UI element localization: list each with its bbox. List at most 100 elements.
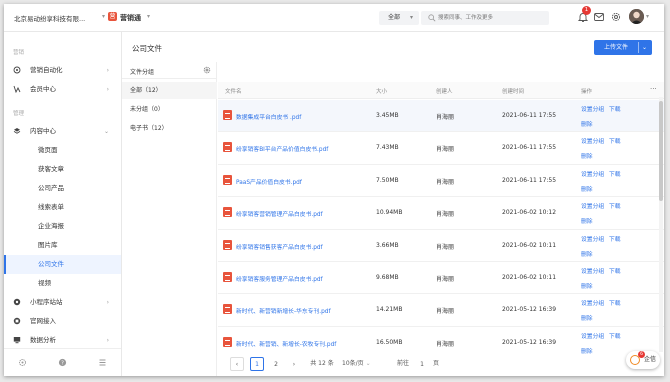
help-icon[interactable]: ? bbox=[58, 358, 67, 367]
download-link[interactable]: 下载 bbox=[609, 234, 621, 243]
file-name-link[interactable]: 纷享销客销售获客产品白皮书.pdf bbox=[236, 242, 323, 251]
global-search[interactable] bbox=[421, 11, 549, 25]
set-group-link[interactable]: 设置分组 bbox=[581, 104, 604, 113]
sidebar-item-member-center[interactable]: 会员中心 › bbox=[4, 81, 121, 98]
groups-header: 文件分组 bbox=[122, 62, 217, 79]
goto-page-input[interactable]: 1 bbox=[415, 357, 429, 371]
file-creator: 肖海丽 bbox=[436, 308, 455, 316]
sidebar-item-mini-program[interactable]: 小程序站站 › bbox=[4, 294, 121, 311]
sidebar-item-data-analysis[interactable]: 数据分析 › bbox=[4, 332, 121, 349]
sidebar-subitem-products[interactable]: 公司产品 bbox=[4, 179, 121, 198]
chevron-down-icon[interactable]: ⌄ bbox=[642, 40, 647, 55]
download-link[interactable]: 下载 bbox=[609, 201, 621, 210]
upload-file-button[interactable]: 上传文件 ⌄ bbox=[594, 40, 652, 55]
sidebar-item-official-site[interactable]: 官网接入 bbox=[4, 313, 121, 330]
delete-link[interactable]: 删除 bbox=[581, 216, 593, 225]
app-switcher[interactable]: 营销通 bbox=[120, 13, 141, 23]
download-link[interactable]: 下载 bbox=[609, 104, 621, 113]
file-name-link[interactable]: 纷享销客营销管理产品白皮书.pdf bbox=[236, 209, 323, 218]
table-header: 文件名 大小 创建人 创建时间 操作 ··· bbox=[218, 82, 664, 99]
table-row[interactable]: 数据集成平台白皮书 .pdf 3.45MB 肖海丽 2021-06-11 17:55 设… bbox=[218, 100, 664, 133]
avatar-caret-icon[interactable]: ▾ bbox=[646, 13, 649, 20]
sidebar-item-marketing-automation[interactable]: 营销自动化 › bbox=[4, 62, 121, 79]
download-link[interactable]: 下载 bbox=[609, 331, 621, 340]
gear-icon[interactable] bbox=[610, 11, 622, 23]
settings-icon[interactable] bbox=[18, 358, 27, 367]
set-group-link[interactable]: 设置分组 bbox=[581, 331, 604, 340]
file-name-link[interactable]: 数据集成平台白皮书 .pdf bbox=[236, 112, 301, 121]
sidebar-subitem-articles[interactable]: 获客文章 bbox=[4, 160, 121, 179]
pdf-file-icon bbox=[223, 174, 232, 185]
delete-link[interactable]: 删除 bbox=[581, 184, 593, 193]
chat-label: 企信 bbox=[644, 356, 657, 363]
delete-link[interactable]: 删除 bbox=[581, 119, 593, 128]
sidebar-item-label: 内容中心 bbox=[30, 127, 56, 135]
set-group-link[interactable]: 设置分组 bbox=[581, 201, 604, 210]
download-link[interactable]: 下载 bbox=[609, 266, 621, 275]
search-input[interactable] bbox=[438, 12, 543, 24]
chat-button[interactable]: 6 企信 bbox=[626, 351, 660, 369]
file-name-link[interactable]: 新时代、新营销新增长-华东专刊.pdf bbox=[236, 306, 331, 315]
groups-title: 文件分组 bbox=[130, 69, 155, 76]
avatar[interactable] bbox=[629, 9, 644, 24]
page-button[interactable]: 2 bbox=[269, 357, 283, 371]
set-group-link[interactable]: 设置分组 bbox=[581, 298, 604, 307]
delete-link[interactable]: 删除 bbox=[581, 313, 593, 322]
top-bar: 北京易动纷享科技有限... ▾ 营 营销通 ▾ 全部 ▾ 1 ▾ bbox=[4, 4, 664, 32]
set-group-link[interactable]: 设置分组 bbox=[581, 169, 604, 178]
sidebar-subitem-lead-forms[interactable]: 线索表单 bbox=[4, 198, 121, 217]
set-group-link[interactable]: 设置分组 bbox=[581, 266, 604, 275]
company-switcher[interactable]: 北京易动纷享科技有限... bbox=[14, 13, 85, 23]
mail-icon[interactable] bbox=[593, 11, 605, 23]
table-row[interactable]: 纷享销客BI平台产品价值白皮书.pdf 7.43MB 肖海丽 2021-06-11 1… bbox=[218, 132, 664, 165]
column-header: 创建时间 bbox=[502, 89, 525, 95]
delete-link[interactable]: 删除 bbox=[581, 249, 593, 258]
sidebar-subitem-label: 公司文件 bbox=[38, 260, 64, 268]
sidebar-subitem-company-files[interactable]: 公司文件 bbox=[4, 255, 121, 274]
page-size-select[interactable]: 10条/页 ⌄ bbox=[342, 357, 386, 371]
group-item-all[interactable]: 全部（12） bbox=[122, 82, 217, 99]
group-item-ebooks[interactable]: 电子书（12） bbox=[122, 120, 217, 137]
file-name-link[interactable]: 纷享销客服务管理产品白皮书.pdf bbox=[236, 274, 323, 283]
table-row[interactable]: 新时代、新营销新增长-华东专刊.pdf 14.21MB 肖海丽 2021-05-12 … bbox=[218, 294, 664, 327]
menu-collapse-icon[interactable] bbox=[98, 358, 107, 367]
sidebar-subitem-posters[interactable]: 企业海报 bbox=[4, 217, 121, 236]
company-caret-icon[interactable]: ▾ bbox=[102, 13, 105, 20]
search-scope-select[interactable]: 全部 ▾ bbox=[379, 11, 419, 25]
download-link[interactable]: 下载 bbox=[609, 298, 621, 307]
table-row[interactable]: 纷享销客服务管理产品白皮书.pdf 9.68MB 肖海丽 2021-06-02 10:… bbox=[218, 262, 664, 295]
sidebar: 营销 营销自动化 › 会员中心 › 管理 内容中心 ⌄ 微页面 获客文章 公司产… bbox=[4, 32, 122, 376]
notification-badge: 1 bbox=[582, 6, 591, 15]
sidebar-subitem-micro-page[interactable]: 微页面 bbox=[4, 141, 121, 160]
prev-page-button[interactable]: ‹ bbox=[230, 357, 244, 371]
download-link[interactable]: 下载 bbox=[609, 136, 621, 145]
download-link[interactable]: 下载 bbox=[609, 169, 621, 178]
file-size: 3.45MB bbox=[376, 112, 399, 119]
delete-link[interactable]: 删除 bbox=[581, 151, 593, 160]
table-row[interactable]: 纷享销客销售获客产品白皮书.pdf 3.66MB 肖海丽 2021-06-02 10:… bbox=[218, 230, 664, 262]
set-group-link[interactable]: 设置分组 bbox=[581, 136, 604, 145]
sidebar-subitem-image-library[interactable]: 图片库 bbox=[4, 236, 121, 255]
sidebar-subitem-videos[interactable]: 视频 bbox=[4, 274, 121, 293]
file-name-link[interactable]: PaaS产品价值白皮书.pdf bbox=[236, 177, 302, 186]
set-group-link[interactable]: 设置分组 bbox=[581, 234, 604, 243]
pdf-file-icon bbox=[223, 336, 232, 347]
file-name-link[interactable]: 纷享销客BI平台产品价值白皮书.pdf bbox=[236, 144, 328, 153]
next-page-button[interactable]: › bbox=[287, 357, 301, 371]
scrollbar-thumb[interactable] bbox=[659, 101, 663, 201]
sidebar-item-content-center[interactable]: 内容中心 ⌄ bbox=[4, 123, 121, 140]
page-button[interactable]: 1 bbox=[250, 357, 264, 371]
gear-icon[interactable] bbox=[203, 66, 211, 74]
table-row[interactable]: 纷享销客营销管理产品白皮书.pdf 10.94MB 肖海丽 2021-06-02 10… bbox=[218, 197, 664, 230]
table-row[interactable]: 新时代、新营销、新增长-农牧专刊.pdf 16.50MB 肖海丽 2021-05-12… bbox=[218, 327, 664, 358]
group-item-ungrouped[interactable]: 未分组（0） bbox=[122, 101, 217, 118]
table-row[interactable]: PaaS产品价值白皮书.pdf 7.50MB 肖海丽 2021-06-11 17:55… bbox=[218, 165, 664, 198]
file-name-link[interactable]: 新时代、新营销、新增长-农牧专刊.pdf bbox=[236, 339, 336, 348]
table-scrollbar[interactable] bbox=[659, 97, 663, 352]
sidebar-subitem-label: 获客文章 bbox=[38, 165, 64, 173]
file-created-time: 2021-05-12 16:39 bbox=[502, 338, 557, 346]
delete-link[interactable]: 删除 bbox=[581, 281, 593, 290]
more-columns-icon[interactable]: ··· bbox=[650, 85, 657, 93]
delete-link[interactable]: 删除 bbox=[581, 346, 593, 355]
app-caret-icon[interactable]: ▾ bbox=[147, 13, 150, 20]
